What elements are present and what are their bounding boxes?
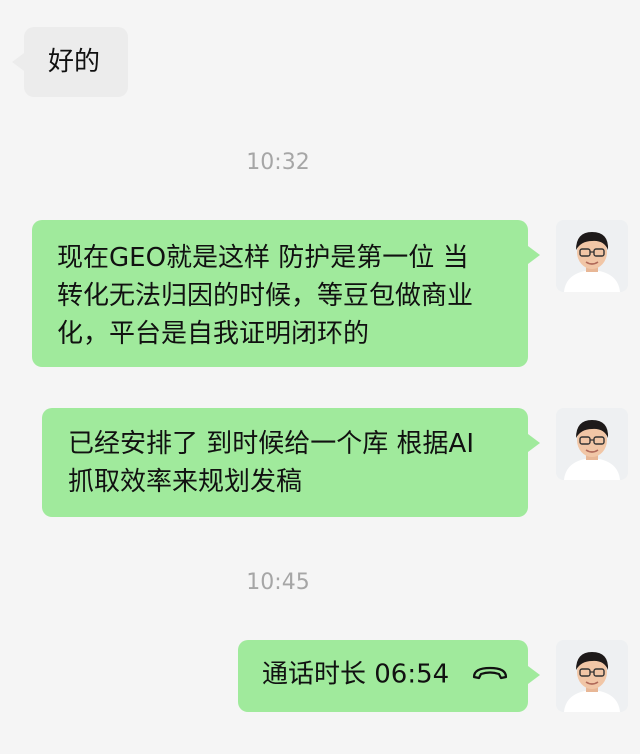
- message-bubble-received[interactable]: 好的: [12, 27, 128, 97]
- message-text: 好的: [48, 47, 101, 77]
- avatar[interactable]: [556, 408, 628, 480]
- message-line: 现在GEO就是这样 防护是第一位 当: [57, 243, 469, 273]
- message-line: 转化无法归因的时候，等豆包做商业: [57, 281, 474, 311]
- avatar[interactable]: [556, 220, 628, 292]
- timestamp: 10:45: [246, 570, 310, 595]
- message-line: 已经安排了 到时候给一个库 根据AI: [68, 429, 474, 459]
- avatar[interactable]: [556, 640, 628, 712]
- call-duration-text: 通话时长 06:54: [262, 659, 450, 690]
- call-record-bubble[interactable]: 通话时长 06:54: [238, 640, 540, 712]
- message-line: 化，平台是自我证明闭环的: [57, 319, 370, 349]
- message-bubble-sent[interactable]: 已经安排了 到时候给一个库 根据AI 抓取效率来规划发稿: [42, 408, 540, 517]
- timestamp: 10:32: [246, 150, 310, 175]
- chat-view: 好的 10:32 现在GEO就是这样 防护是第一位 当 转化无法归因的时候，等豆…: [0, 0, 640, 754]
- message-bubble-sent[interactable]: 现在GEO就是这样 防护是第一位 当 转化无法归因的时候，等豆包做商业 化，平台…: [32, 220, 540, 367]
- message-line: 抓取效率来规划发稿: [68, 467, 303, 497]
- phone-hangup-icon: [471, 656, 509, 694]
